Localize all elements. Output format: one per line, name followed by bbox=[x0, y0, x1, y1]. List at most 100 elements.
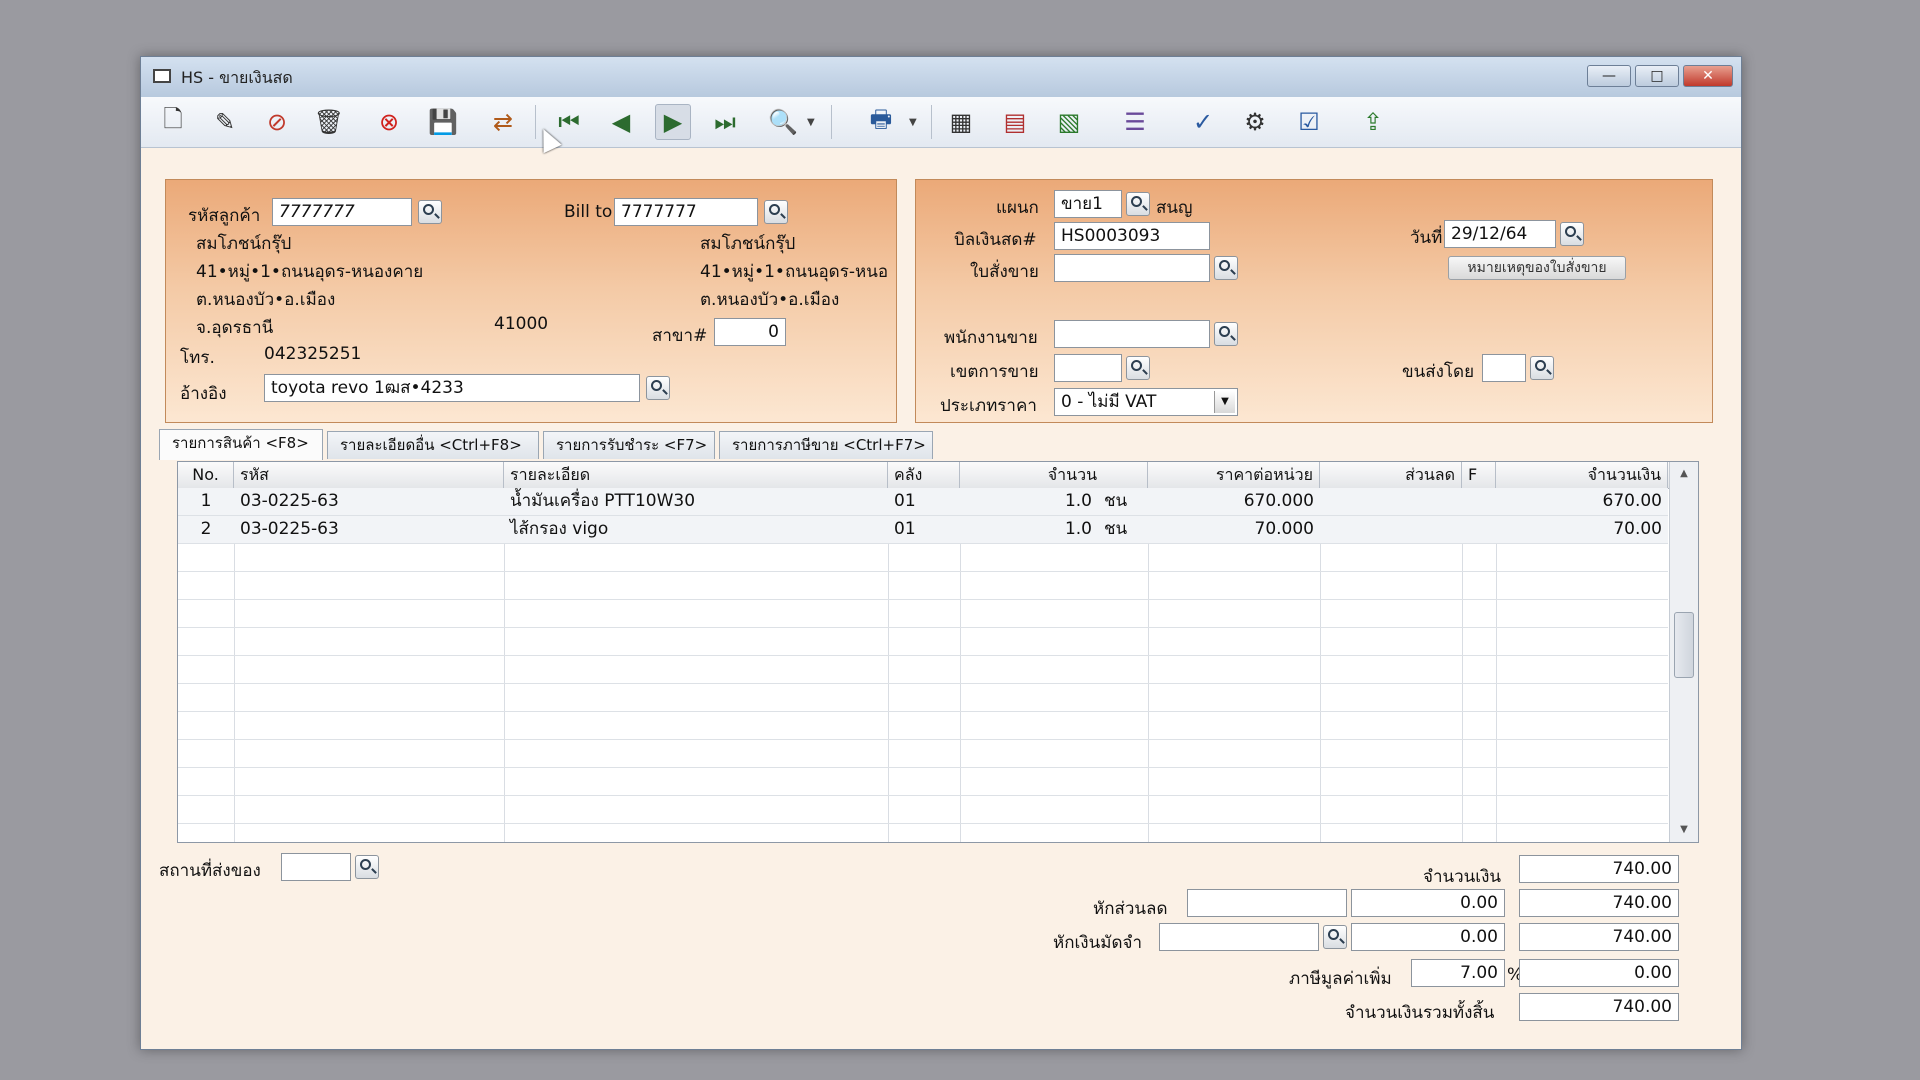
trash-icon[interactable]: 🗑 bbox=[311, 104, 347, 140]
sales-order-input[interactable] bbox=[1054, 254, 1210, 282]
delivery-place-search-icon[interactable] bbox=[355, 855, 379, 879]
empty-row[interactable] bbox=[178, 796, 1668, 824]
header-flag[interactable]: F bbox=[1462, 462, 1496, 488]
header-code[interactable]: รหัส bbox=[234, 462, 504, 488]
find-icon[interactable]: 🔍 bbox=[765, 104, 801, 140]
row-amount: 670.00 bbox=[1602, 491, 1662, 511]
table-row[interactable]: 2 03-0225-63 ไส้กรอง vigo 01 1.0 ชน 70.0… bbox=[178, 516, 1668, 544]
reference-search-icon[interactable] bbox=[646, 376, 670, 400]
save-icon[interactable]: 💾 bbox=[425, 104, 461, 140]
cancel-icon[interactable]: ⊗ bbox=[371, 104, 407, 140]
deposit-label: หักเงินมัดจำ bbox=[1053, 933, 1142, 953]
empty-row[interactable] bbox=[178, 656, 1668, 684]
bill-to-label: Bill to bbox=[564, 202, 613, 222]
maximize-button[interactable]: □ bbox=[1635, 65, 1679, 87]
empty-row[interactable] bbox=[178, 740, 1668, 768]
export-icon[interactable]: ⇪ bbox=[1355, 104, 1391, 140]
deposit-search-icon[interactable] bbox=[1323, 925, 1347, 949]
branch-label: สาขา# bbox=[652, 326, 708, 346]
date-label: วันที่ bbox=[1410, 228, 1443, 248]
header-quantity[interactable]: จำนวน bbox=[960, 462, 1148, 488]
price-type-value: 0 - ไม่มี VAT bbox=[1061, 392, 1157, 412]
sales-area-input[interactable] bbox=[1054, 354, 1122, 382]
branch-input[interactable]: 0 bbox=[714, 318, 786, 346]
salesperson-input[interactable] bbox=[1054, 320, 1210, 348]
empty-row[interactable] bbox=[178, 600, 1668, 628]
empty-row[interactable] bbox=[178, 572, 1668, 600]
find-dropdown-icon[interactable]: ▼ bbox=[807, 117, 815, 128]
calculator-icon[interactable]: ▦ bbox=[943, 104, 979, 140]
customer-address-line1: 41•หมู่•1•ถนนอุดร-หนองคาย bbox=[196, 262, 424, 282]
ok-icon[interactable]: ☑ bbox=[1291, 104, 1327, 140]
shipping-search-icon[interactable] bbox=[1530, 356, 1554, 380]
delivery-place-input[interactable] bbox=[281, 853, 351, 881]
tab-payments[interactable]: รายการรับชำระ <F7> bbox=[543, 431, 715, 459]
salesperson-search-icon[interactable] bbox=[1214, 322, 1238, 346]
billto-address-line2: ต.หนองบัว•อ.เมือง bbox=[700, 290, 840, 310]
scroll-down-icon[interactable]: ▼ bbox=[1670, 820, 1698, 840]
new-document-icon[interactable]: 🗋 bbox=[155, 104, 191, 140]
after-deposit-value: 740.00 bbox=[1519, 923, 1679, 951]
price-type-label: ประเภทราคา bbox=[940, 396, 1037, 416]
cash-bill-label: บิลเงินสด# bbox=[954, 230, 1037, 250]
header-unit-price[interactable]: ราคาต่อหน่วย bbox=[1148, 462, 1320, 488]
tab-items[interactable]: รายการสินค้า <F8> bbox=[159, 429, 323, 460]
row-unit-price: 670.000 bbox=[1243, 491, 1314, 511]
report-icon[interactable]: ▤ bbox=[997, 104, 1033, 140]
cash-bill-number[interactable]: HS0003093 bbox=[1054, 222, 1210, 250]
header-warehouse[interactable]: คลัง bbox=[888, 462, 960, 488]
transfer-icon[interactable]: ⇄ bbox=[485, 104, 521, 140]
header-description[interactable]: รายละเอียด bbox=[504, 462, 888, 488]
spreadsheet-icon[interactable]: ▧ bbox=[1051, 104, 1087, 140]
deposit-value[interactable]: 0.00 bbox=[1351, 923, 1505, 951]
discount-value[interactable]: 0.00 bbox=[1351, 889, 1505, 917]
reference-input[interactable]: toyota revo 1ฒส•4233 bbox=[264, 374, 640, 402]
settings-icon[interactable]: ⚙ bbox=[1237, 104, 1273, 140]
empty-row[interactable] bbox=[178, 712, 1668, 740]
date-picker-icon[interactable] bbox=[1560, 222, 1584, 246]
sales-order-note-button[interactable]: หมายเหตุของใบสั่งขาย bbox=[1448, 256, 1626, 280]
empty-row[interactable] bbox=[178, 544, 1668, 572]
date-input[interactable]: 29/12/64 bbox=[1444, 220, 1556, 248]
empty-row[interactable] bbox=[178, 684, 1668, 712]
scroll-up-icon[interactable]: ▲ bbox=[1670, 464, 1698, 484]
print-icon[interactable]: 🖶 bbox=[863, 104, 899, 140]
title-bar[interactable]: HS - ขายเงินสด — □ ✕ bbox=[141, 57, 1741, 98]
previous-record-icon[interactable]: ◀ bbox=[603, 104, 639, 140]
toolbar-separator bbox=[931, 105, 932, 139]
row-flag bbox=[1462, 488, 1496, 515]
price-type-select[interactable]: 0 - ไม่มี VAT ▼ bbox=[1054, 388, 1238, 416]
empty-row[interactable] bbox=[178, 628, 1668, 656]
header-discount[interactable]: ส่วนลด bbox=[1320, 462, 1462, 488]
empty-row[interactable] bbox=[178, 768, 1668, 796]
sales-area-search-icon[interactable] bbox=[1126, 356, 1150, 380]
table-row[interactable]: 1 03-0225-63 น้ำมันเครื่อง PTT10W30 01 1… bbox=[178, 488, 1668, 516]
grid-scrollbar[interactable]: ▲ ▼ bbox=[1669, 462, 1698, 842]
deposit-input[interactable] bbox=[1159, 923, 1319, 951]
customer-search-icon[interactable] bbox=[418, 200, 442, 224]
scroll-thumb[interactable] bbox=[1674, 612, 1694, 678]
void-icon[interactable]: ⊘ bbox=[259, 104, 295, 140]
header-no[interactable]: No. bbox=[178, 462, 234, 488]
department-search-icon[interactable] bbox=[1126, 192, 1150, 216]
edit-icon[interactable]: ✎ bbox=[207, 104, 243, 140]
close-window-button[interactable]: ✕ bbox=[1683, 65, 1733, 87]
next-record-icon[interactable]: ▶ bbox=[655, 104, 691, 140]
discount-input[interactable] bbox=[1187, 889, 1347, 917]
tab-sales-tax[interactable]: รายการภาษีขาย <Ctrl+F7> bbox=[719, 431, 933, 459]
bill-to-search-icon[interactable] bbox=[764, 200, 788, 224]
customer-code-input[interactable]: 7777777 bbox=[272, 198, 412, 226]
approve-icon[interactable]: ✓ bbox=[1185, 104, 1221, 140]
vat-rate-input[interactable]: 7.00 bbox=[1411, 959, 1505, 987]
print-dropdown-icon[interactable]: ▼ bbox=[909, 117, 917, 128]
chevron-down-icon[interactable]: ▼ bbox=[1214, 391, 1235, 413]
bill-to-input[interactable]: 7777777 bbox=[614, 198, 758, 226]
document-list-icon[interactable]: ☰ bbox=[1117, 104, 1153, 140]
shipping-input[interactable] bbox=[1482, 354, 1526, 382]
header-amount[interactable]: จำนวนเงิน bbox=[1496, 462, 1668, 488]
department-input[interactable]: ขาย1 bbox=[1054, 190, 1122, 218]
sales-order-search-icon[interactable] bbox=[1214, 256, 1238, 280]
minimize-button[interactable]: — bbox=[1587, 65, 1631, 87]
last-record-icon[interactable]: ⏭ bbox=[707, 104, 743, 140]
tab-other-details[interactable]: รายละเอียดอื่น <Ctrl+F8> bbox=[327, 431, 539, 459]
